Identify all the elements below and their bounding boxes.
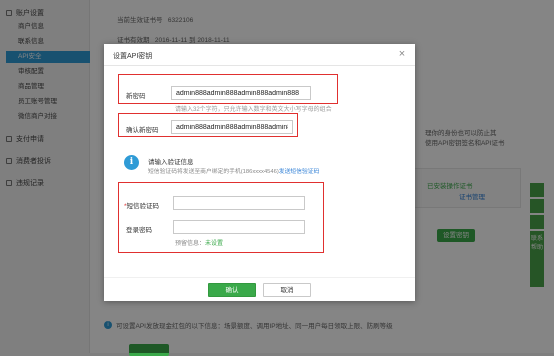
confirm-key-input[interactable]	[171, 120, 293, 134]
cancel-button[interactable]: 取消	[263, 283, 311, 297]
sms-code-label: *短信验证码	[124, 203, 160, 210]
confirm-button[interactable]: 确认	[208, 283, 256, 297]
dialog-title: 设置API密钥	[113, 53, 153, 60]
new-key-hint: 请输入32个字符，只允许输入数字和英文大小写字母的组合	[175, 107, 332, 113]
new-key-input[interactable]	[171, 86, 311, 100]
send-sms-link[interactable]: 发送短信验证码	[279, 169, 320, 175]
set-api-key-dialog: 设置API密钥 × 新密码 请输入32个字符，只允许输入数字和英文大小写字母的组…	[104, 44, 415, 301]
verify-description: 短信验证码将发送至商户绑定的手机(186xxxx4546)发送短信验证码	[148, 169, 320, 175]
confirm-key-label: 确认新密码	[126, 127, 159, 134]
login-password-label: 登录密码	[126, 227, 152, 234]
dialog-footer-divider	[104, 277, 415, 278]
reserved-info-hint: 预留信息：未设置	[175, 241, 224, 247]
sms-code-input[interactable]	[173, 196, 305, 210]
login-password-input[interactable]	[173, 220, 305, 234]
close-icon[interactable]: ×	[396, 48, 408, 60]
new-key-label: 新密码	[126, 93, 146, 100]
info-icon: i	[124, 155, 139, 170]
verify-title: 请输入验证信息	[148, 159, 194, 166]
dialog-header: 设置API密钥 ×	[104, 44, 415, 66]
